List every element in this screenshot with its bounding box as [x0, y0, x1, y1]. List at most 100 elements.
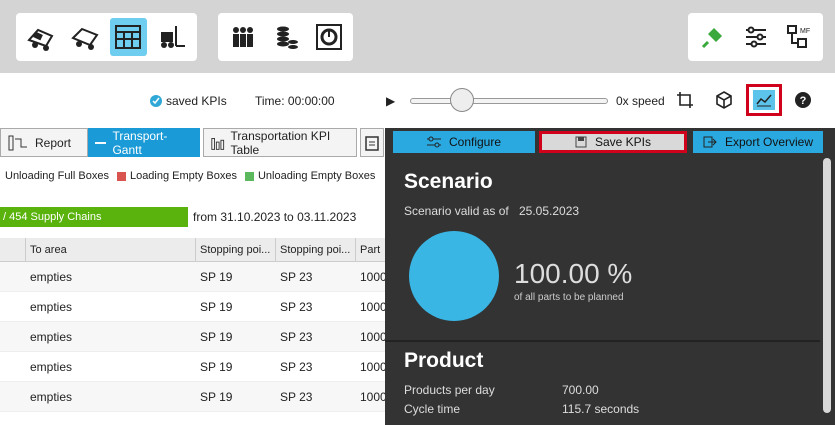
speed-label: 0x speed — [616, 94, 665, 108]
column-header-to-area[interactable]: To area — [26, 238, 196, 261]
kpi-group — [218, 13, 353, 61]
sliders-icon[interactable] — [737, 18, 774, 56]
floppy-disk-icon — [575, 136, 587, 148]
table-cell: SP 19 — [200, 300, 233, 314]
section-divider — [385, 340, 820, 342]
saved-label: saved KPIs — [166, 94, 227, 108]
bar-chart-icon — [211, 137, 225, 150]
tab-transport-gantt-label: Transport-Gantt — [112, 128, 168, 157]
people-icon[interactable] — [224, 18, 261, 56]
column-header-stopping-point-1[interactable]: Stopping poi... — [196, 238, 276, 261]
cycle-time-value: 115.7 seconds — [562, 402, 640, 416]
row-selector[interactable] — [0, 322, 26, 351]
kpi-overview-panel: Configure Save KPIs Export Overview Scen… — [385, 128, 835, 425]
svg-text:?: ? — [800, 95, 807, 107]
table-cell: SP 23 — [280, 270, 313, 284]
tab-transport-gantt[interactable]: Transport-Gantt — [88, 128, 200, 157]
export-icon — [703, 136, 717, 148]
tools-group: MF — [688, 13, 823, 61]
scenario-valid-label: Scenario valid as of — [404, 204, 509, 218]
table-cell: empties — [30, 360, 73, 374]
supply-chain-progress: / 454 Supply Chains — [0, 207, 188, 227]
report-icon — [8, 135, 27, 150]
row-selector[interactable] — [0, 382, 26, 411]
column-header-stopping-point-2[interactable]: Stopping poi... — [276, 238, 356, 261]
export-overview-label: Export Overview — [724, 135, 814, 149]
row-selector[interactable] — [0, 292, 26, 321]
tab-more[interactable] — [360, 128, 384, 157]
table-cell: SP 19 — [200, 360, 233, 374]
truck-empty-icon[interactable] — [66, 18, 104, 56]
sliders-small-icon — [426, 136, 441, 148]
plug-icon[interactable] — [694, 18, 731, 56]
table-row[interactable]: empties SP 19 SP 23 1000 — [0, 322, 390, 352]
view-tabs: Report Transport-Gantt Transportation KP… — [0, 128, 390, 158]
table-cell: SP 19 — [200, 270, 233, 284]
export-overview-button[interactable]: Export Overview — [693, 131, 823, 153]
panel-scrollbar[interactable] — [823, 158, 831, 413]
table-cell: SP 23 — [280, 300, 313, 314]
table-cell: empties — [30, 270, 73, 284]
line-chart-icon — [753, 90, 775, 110]
table-cell: SP 23 — [280, 360, 313, 374]
tab-transportation-kpi-table[interactable]: Transportation KPI Table — [203, 128, 357, 157]
play-button[interactable]: ▶ — [386, 94, 395, 108]
table-cell: empties — [30, 300, 73, 314]
forklift-icon[interactable] — [153, 18, 191, 56]
legend-item: Unloading Empty Boxes — [244, 170, 375, 182]
scenario-date: 25.05.2023 — [519, 204, 580, 218]
legend-swatch — [116, 171, 126, 181]
legend-item: Unloading Full Boxes — [5, 170, 109, 182]
legend-swatch — [244, 171, 254, 181]
speed-slider-handle[interactable] — [450, 88, 474, 112]
row-selector[interactable] — [0, 352, 26, 381]
clipboard-icon — [365, 135, 379, 151]
gantt-table-icon[interactable] — [109, 18, 148, 56]
save-kpis-label: Save KPIs — [594, 135, 652, 149]
configure-button[interactable]: Configure — [393, 131, 535, 153]
mf-structure-icon[interactable]: MF — [780, 18, 817, 56]
table-cell: SP 19 — [200, 330, 233, 344]
table-row[interactable]: empties SP 19 SP 23 1000 — [0, 352, 390, 382]
table-cell: empties — [30, 330, 73, 344]
table-cell: SP 19 — [200, 390, 233, 404]
table-cell: empties — [30, 390, 73, 404]
column-header-select[interactable] — [0, 238, 26, 261]
tab-report[interactable]: Report — [0, 128, 88, 157]
check-circle-icon — [150, 95, 162, 107]
date-range: from 31.10.2023 to 03.11.2023 — [193, 210, 357, 224]
table-cell: SP 23 — [280, 330, 313, 344]
table-cell: SP 23 — [280, 390, 313, 404]
products-per-day-label: Products per day — [404, 383, 495, 397]
product-title: Product — [404, 349, 484, 372]
transport-table: To area Stopping poi... Stopping poi... … — [0, 238, 390, 412]
view-mode-group — [16, 13, 197, 61]
speed-slider-track[interactable] — [410, 98, 608, 104]
tab-kpi-table-label: Transportation KPI Table — [230, 128, 331, 157]
cycle-timer-icon[interactable] — [310, 18, 347, 56]
help-icon[interactable]: ? — [791, 88, 815, 112]
kpi-overview-button[interactable] — [746, 84, 782, 116]
coins-stack-icon[interactable] — [267, 18, 304, 56]
crop-icon[interactable] — [673, 88, 697, 112]
main-toolbar: MF — [0, 0, 835, 73]
cube-icon[interactable] — [712, 88, 736, 112]
legend-item: Loading Empty Boxes — [116, 170, 237, 182]
saved-status: saved KPIs — [150, 94, 227, 108]
svg-text:MF: MF — [800, 28, 810, 35]
time-display: Time: 00:00:00 — [255, 94, 335, 108]
products-per-day-value: 700.00 — [562, 383, 599, 397]
gantt-icon — [95, 141, 107, 144]
truck-loaded-icon[interactable] — [22, 18, 60, 56]
configure-label: Configure — [448, 135, 502, 149]
planned-parts-pie — [409, 231, 499, 321]
planned-parts-caption: of all parts to be planned — [514, 292, 624, 303]
table-row[interactable]: empties SP 19 SP 23 1000 — [0, 262, 390, 292]
table-row[interactable]: empties SP 19 SP 23 1000 — [0, 292, 390, 322]
table-header: To area Stopping poi... Stopping poi... … — [0, 238, 390, 262]
table-row[interactable]: empties SP 19 SP 23 1000 — [0, 382, 390, 412]
tab-report-label: Report — [35, 135, 72, 150]
save-kpis-button[interactable]: Save KPIs — [539, 131, 687, 153]
row-selector[interactable] — [0, 262, 26, 291]
planned-parts-percent: 100.00 % — [514, 258, 633, 289]
